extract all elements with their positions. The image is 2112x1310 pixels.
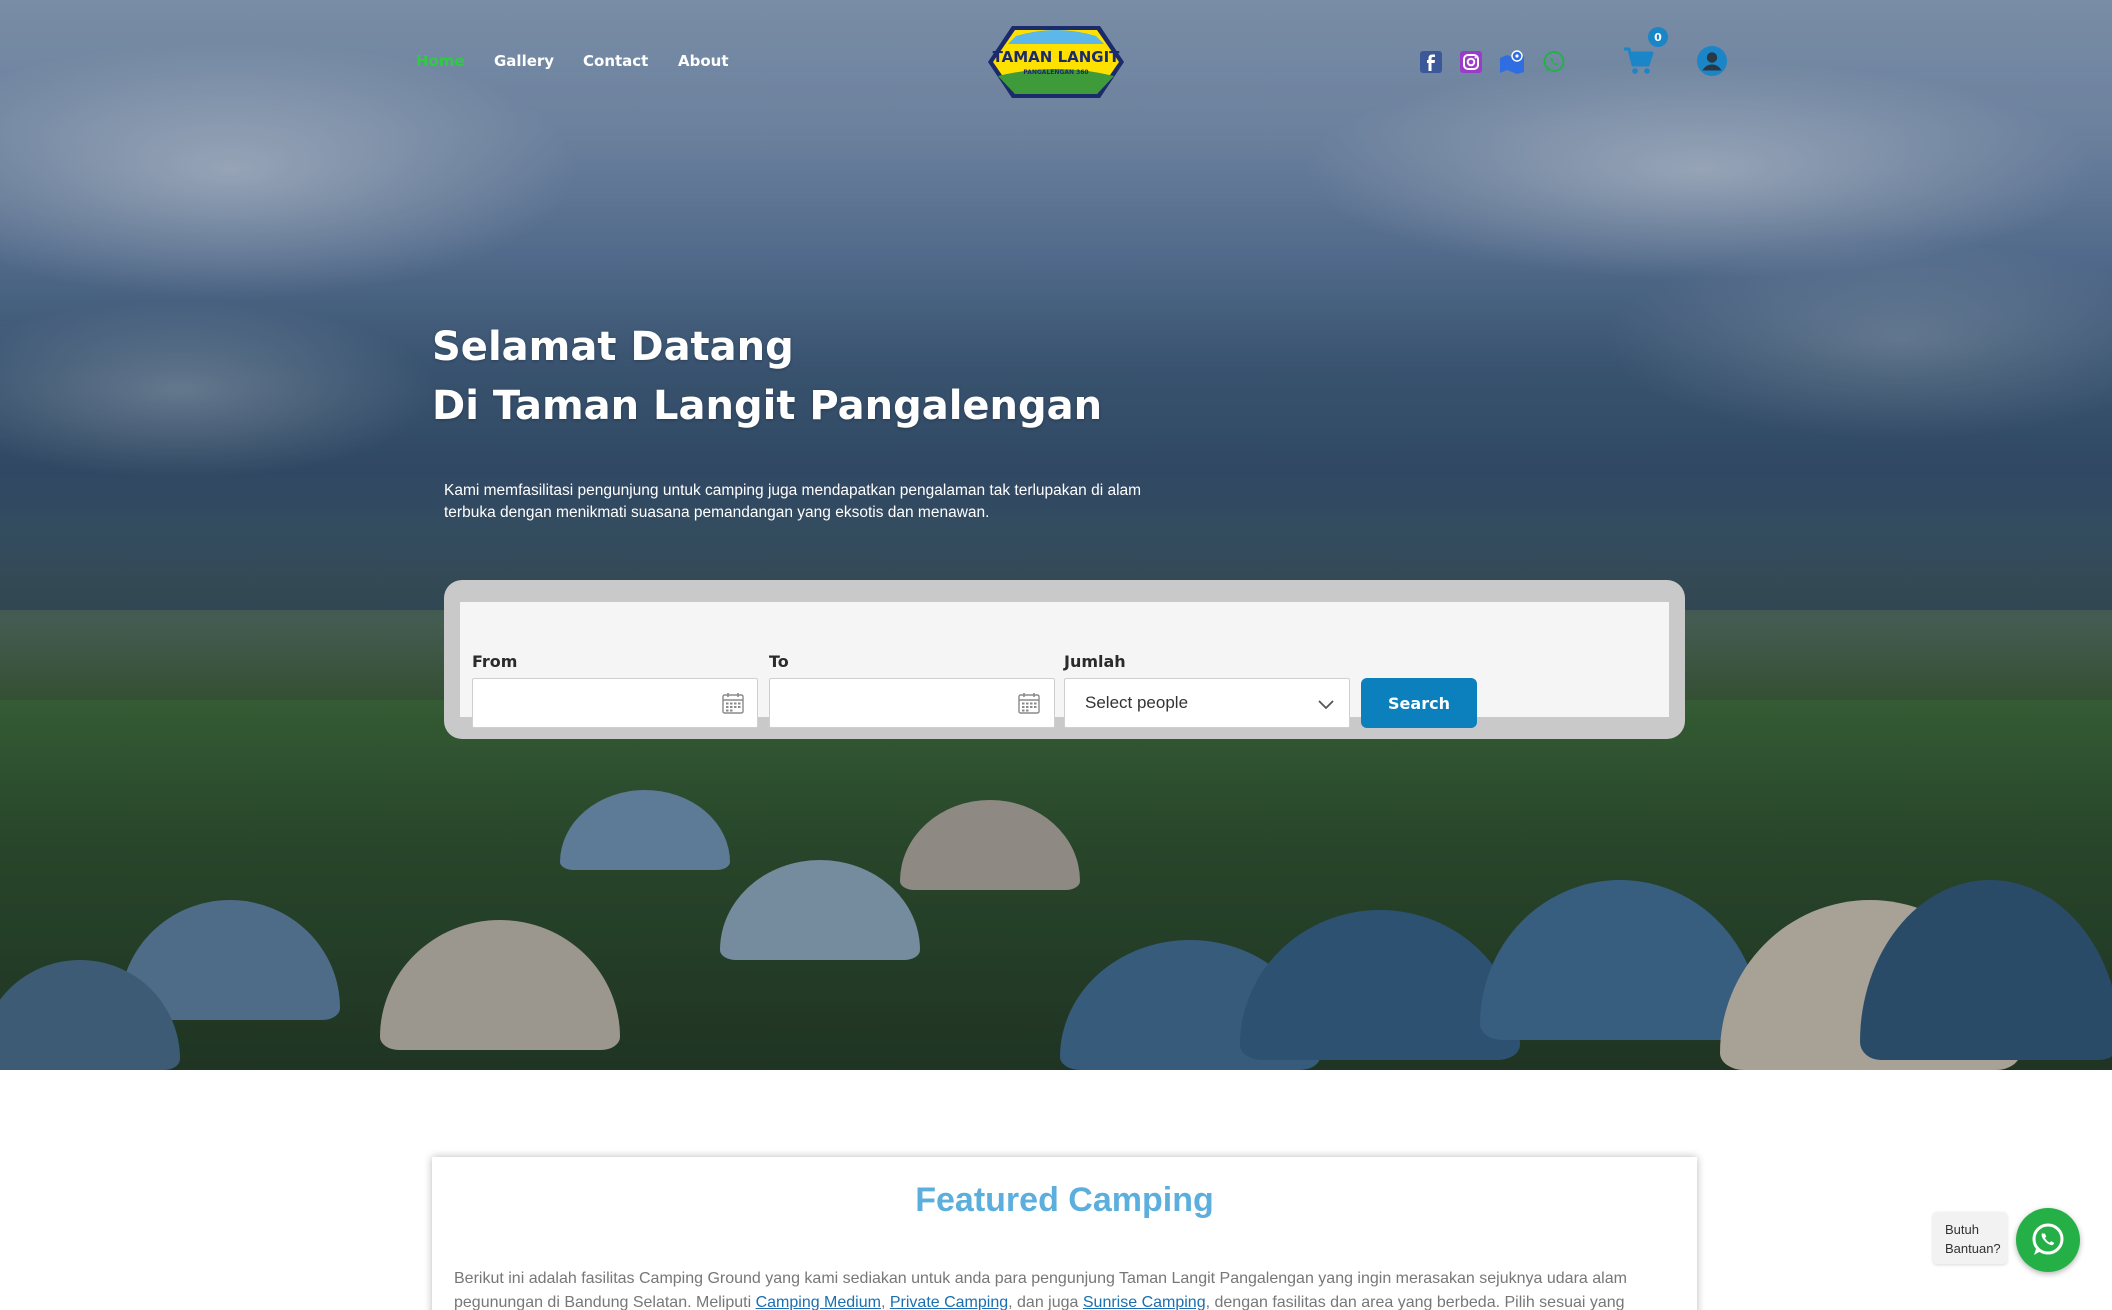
hero-title: Selamat Datang Di Taman Langit Pangaleng… (432, 318, 1102, 436)
facebook-icon (1420, 51, 1442, 73)
whatsapp-icon (2032, 1223, 2064, 1255)
help-bubble[interactable]: Butuh Bantuan? (1933, 1212, 2007, 1264)
nav-home[interactable]: Home (416, 52, 465, 70)
search-button[interactable]: Search (1361, 678, 1477, 728)
cart-count-badge: 0 (1648, 27, 1668, 47)
link-private-camping[interactable]: Private Camping (890, 1294, 1008, 1310)
whatsapp-icon (1543, 51, 1565, 72)
site-logo[interactable]: TAMAN LANGIT PANGALENGAN 360 (986, 22, 1126, 100)
hero-title-line1: Selamat Datang (432, 324, 794, 370)
to-label: To (769, 652, 789, 671)
calendar-icon[interactable] (1017, 691, 1041, 715)
nav-gallery[interactable]: Gallery (494, 52, 554, 70)
maps-icon (1500, 50, 1524, 74)
link-sunrise-camping[interactable]: Sunrise Camping (1083, 1294, 1206, 1310)
hero-overlay (0, 0, 2112, 1070)
facebook-link[interactable] (1418, 49, 1444, 75)
from-label: From (472, 652, 518, 671)
hero-title-line2: Di Taman Langit Pangalengan (432, 383, 1103, 429)
maps-link[interactable] (1499, 49, 1525, 75)
to-date-input[interactable] (769, 678, 1055, 728)
logo-text: TAMAN LANGIT (993, 48, 1121, 66)
featured-sep-1: , (880, 1294, 890, 1310)
featured-camping-card: Featured Camping Berikut ini adalah fasi… (432, 1157, 1697, 1310)
help-line1: Butuh (1945, 1222, 1979, 1237)
booking-search-panel: From To Jumlah Select people Search (444, 580, 1685, 739)
instagram-link[interactable] (1458, 49, 1484, 75)
calendar-icon[interactable] (721, 691, 745, 715)
nav-about[interactable]: About (678, 52, 729, 70)
featured-description: Berikut ini adalah fasilitas Camping Gro… (454, 1267, 1676, 1310)
from-date-input[interactable] (472, 678, 758, 728)
cart-icon[interactable] (1622, 44, 1656, 78)
nav-contact[interactable]: Contact (583, 52, 648, 70)
featured-sep-2: , dan juga (1008, 1294, 1083, 1310)
featured-title: Featured Camping (915, 1181, 1214, 1219)
featured-text-2: , dengan fasilitas dan area yang berbeda… (1205, 1294, 1625, 1310)
instagram-icon (1460, 51, 1482, 73)
whatsapp-float-button[interactable] (2016, 1208, 2080, 1272)
booking-search-form: From To Jumlah Select people Search (460, 602, 1669, 728)
jumlah-label: Jumlah (1064, 652, 1126, 671)
help-line2: Bantuan? (1945, 1241, 2001, 1256)
hero-description: Kami memfasilitasi pengunjung untuk camp… (444, 482, 1142, 521)
people-select[interactable]: Select people (1064, 678, 1350, 728)
logo-subtext: PANGALENGAN 360 (1023, 69, 1088, 76)
user-icon[interactable] (1696, 45, 1728, 77)
chevron-down-icon (1318, 700, 1334, 710)
link-camping-medium[interactable]: Camping Medium (756, 1294, 881, 1310)
people-select-value: Select people (1085, 693, 1189, 712)
whatsapp-link[interactable] (1541, 49, 1567, 75)
hero-section (0, 0, 2112, 1070)
